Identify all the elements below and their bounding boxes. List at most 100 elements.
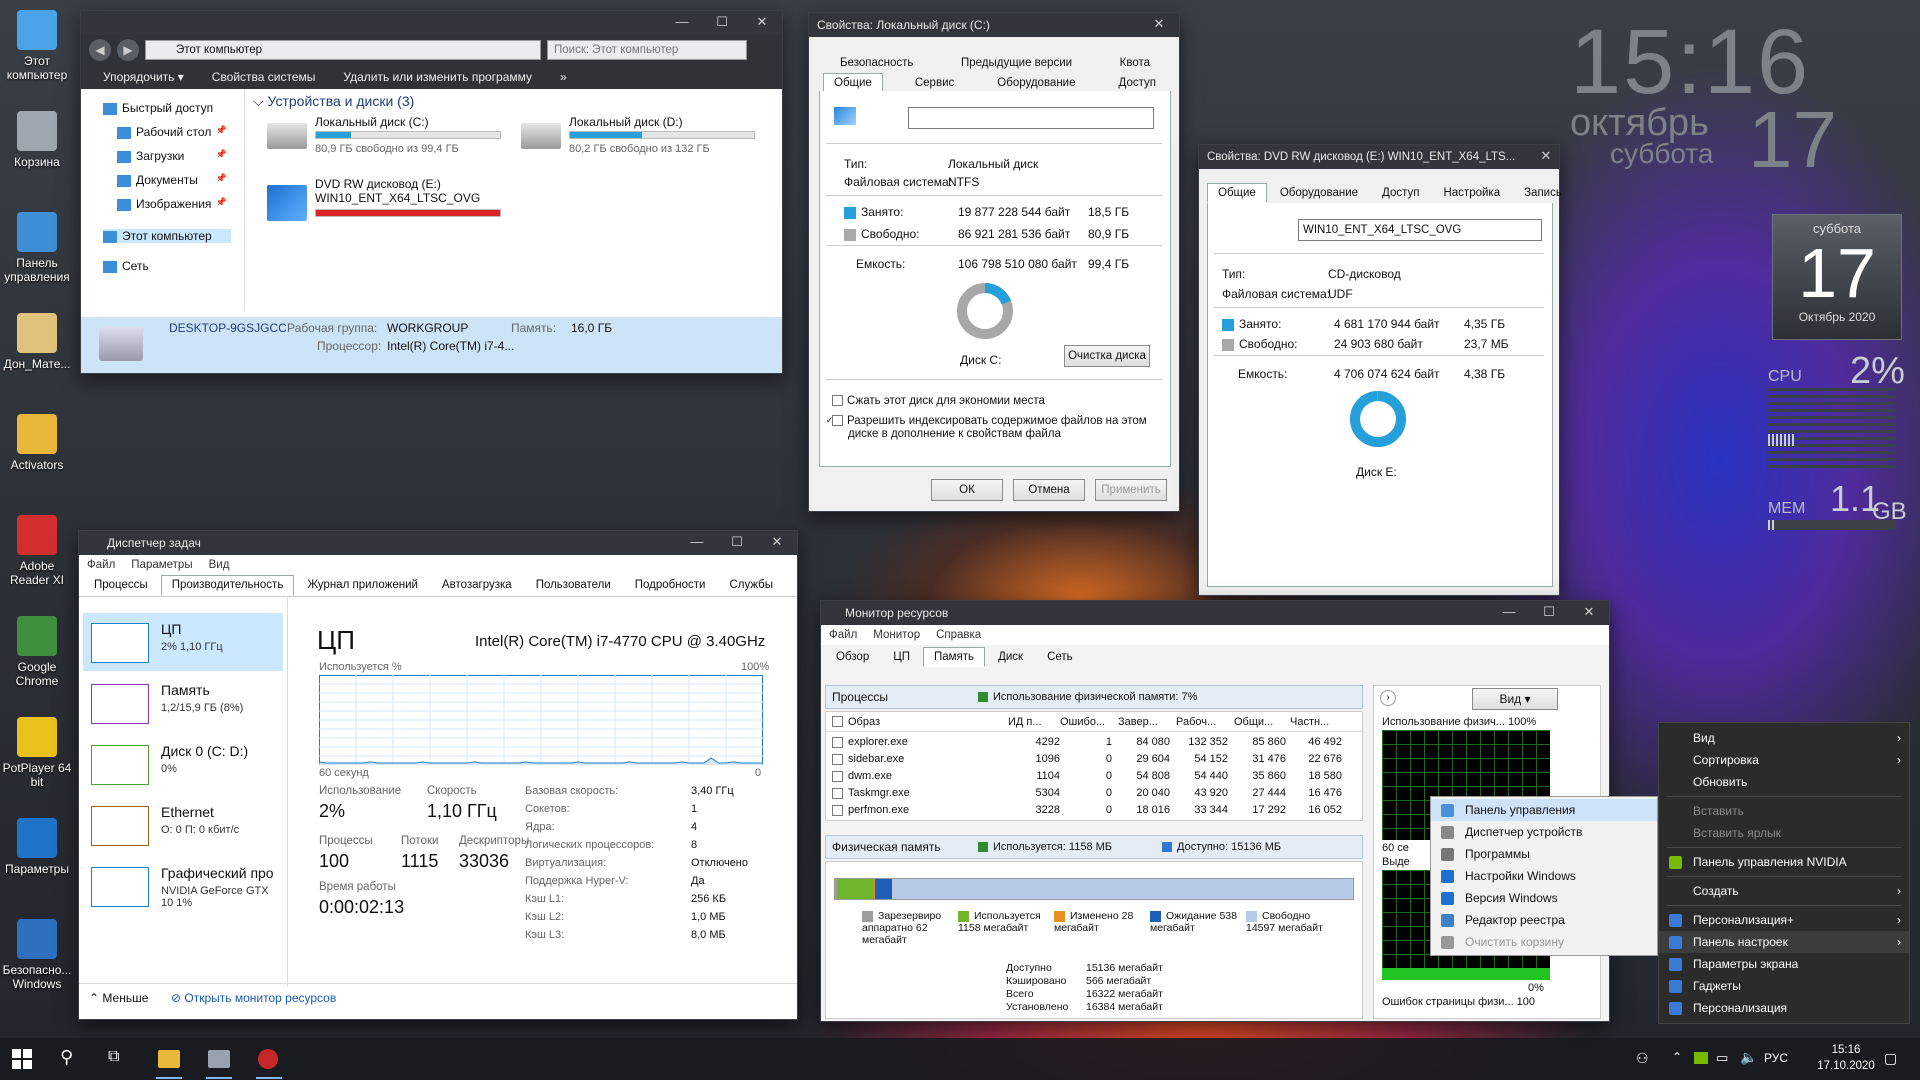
column-header[interactable]: ИД п... — [1008, 716, 1042, 728]
tab[interactable]: Оборудование — [986, 73, 1086, 93]
tab[interactable]: Общие — [823, 73, 883, 93]
drive-tile[interactable]: Локальный диск (C:) 80,9 ГБ свободно из 9… — [267, 115, 507, 171]
tab[interactable]: Производительность — [160, 575, 295, 596]
task-view-icon[interactable]: ⧉ — [108, 1048, 119, 1066]
view-dropdown[interactable]: Вид ▾ — [1472, 688, 1558, 710]
open-resource-monitor-link[interactable]: ⊘ Открыть монитор ресурсов — [171, 991, 336, 1005]
resmon-titlebar[interactable]: Монитор ресурсов — ☐ ✕ — [821, 601, 1609, 625]
tab[interactable]: Подробности — [624, 575, 717, 596]
column-header[interactable]: Ошибо... — [1060, 716, 1105, 728]
perf-side-item[interactable]: Графический про NVIDIA GeForce GTX 10 1% — [83, 857, 283, 915]
nav-item[interactable]: Документы 📌 — [117, 173, 231, 187]
tab[interactable]: Обзор — [825, 647, 880, 667]
submenu-item[interactable]: Очистить корзину — [1431, 931, 1657, 953]
desktop-icon-9[interactable]: Безопасно... Windows — [2, 919, 72, 991]
desktop-icon-1[interactable]: Корзина — [2, 111, 72, 169]
taskbar-clock[interactable]: 15:16 17.10.2020 — [1810, 1042, 1882, 1074]
minimize-button[interactable]: — — [662, 12, 702, 34]
volume-label-input[interactable] — [908, 107, 1154, 129]
desktop-icon-6[interactable]: Google Chrome — [2, 616, 72, 688]
tray-chevron-icon[interactable]: ⌃ — [1672, 1050, 1682, 1064]
nav-item[interactable]: Этот компьютер — [103, 229, 231, 243]
desktop-icon-5[interactable]: Adobe Reader XI — [2, 515, 72, 587]
disk-cleanup-button[interactable]: Очистка диска — [1064, 345, 1150, 367]
submenu-item[interactable]: Настройки Windows — [1431, 865, 1657, 887]
tab[interactable]: Автозагрузка — [431, 575, 523, 596]
maximize-button[interactable]: ☐ — [717, 532, 757, 554]
menu-item[interactable]: Вид — [209, 559, 230, 571]
submenu-item[interactable]: Редактор реестра — [1431, 909, 1657, 931]
table-row[interactable]: Taskmgr.exe 5304 0 20 040 43 920 27 444 16 476 — [826, 785, 1362, 802]
desktop-icon-7[interactable]: PotPlayer 64 bit — [2, 717, 72, 789]
close-button[interactable]: ✕ — [757, 532, 797, 554]
table-row[interactable]: sidebar.exe 1096 0 29 604 54 152 31 476 22 676 — [826, 751, 1362, 768]
perf-side-item[interactable]: Память 1,2/15,9 ГБ (8%) — [83, 674, 283, 732]
desktop-icon-2[interactable]: Панель управления — [2, 212, 72, 284]
menu-item[interactable]: Монитор — [873, 629, 920, 641]
context-menu-item[interactable]: Персонализация — [1659, 997, 1909, 1019]
table-row[interactable]: dwm.exe 1104 0 54 808 54 440 35 860 18 580 — [826, 768, 1362, 785]
table-row[interactable]: explorer.exe 4292 1 84 080 132 352 85 860 46 4… — [826, 734, 1362, 751]
search-icon[interactable]: ⚲ — [60, 1047, 73, 1068]
minimize-button[interactable]: — — [677, 532, 717, 554]
context-menu-item[interactable]: Вид › — [1659, 727, 1909, 749]
tab[interactable]: Запись — [1513, 183, 1573, 203]
column-header[interactable]: Рабоч... — [1176, 716, 1216, 728]
close-button[interactable]: ✕ — [1139, 14, 1179, 36]
close-button[interactable]: ✕ — [1569, 602, 1609, 624]
physical-memory-header[interactable]: Физическая память Используется: 1158 МБ … — [825, 835, 1363, 859]
nav-item[interactable]: Быстрый доступ — [103, 101, 231, 115]
tab[interactable]: Память — [923, 647, 986, 667]
toolbar-item[interactable]: Свойства системы — [212, 70, 316, 84]
select-all-checkbox[interactable] — [832, 716, 843, 727]
close-button[interactable]: ✕ — [1533, 146, 1559, 168]
tab[interactable]: Общие — [1207, 183, 1267, 203]
submenu-item[interactable]: Диспетчер устройств — [1431, 821, 1657, 843]
resource-monitor-taskbar-icon[interactable] — [258, 1049, 278, 1069]
row-checkbox[interactable] — [832, 754, 843, 765]
perf-side-item[interactable]: ЦП 2% 1,10 ГГц — [83, 613, 283, 671]
context-menu-item[interactable]: Обновить — [1659, 771, 1909, 793]
notifications-icon[interactable]: ▢ — [1884, 1050, 1897, 1067]
tab[interactable]: ЦП — [882, 647, 921, 667]
tab[interactable]: Квота — [1109, 53, 1161, 73]
maximize-button[interactable]: ☐ — [702, 12, 742, 34]
toolbar-item[interactable]: » — [560, 70, 567, 84]
calendar-gadget[interactable]: суббота 17 Октябрь 2020 — [1772, 214, 1902, 340]
cancel-button[interactable]: Отмена — [1013, 479, 1085, 501]
tab[interactable]: Службы — [718, 575, 784, 596]
perf-side-item[interactable]: Ethernet О: 0 П: 0 кбит/с — [83, 796, 283, 854]
tab[interactable]: Сервис — [904, 73, 965, 93]
tab[interactable]: Процессы — [83, 575, 159, 596]
start-button[interactable] — [12, 1049, 32, 1069]
network-icon[interactable]: ▭ — [1716, 1050, 1728, 1066]
compress-checkbox[interactable] — [832, 395, 843, 407]
address-field[interactable]: Этот компьютер — [145, 40, 541, 60]
row-checkbox[interactable] — [832, 771, 843, 782]
drive-tile[interactable]: Локальный диск (D:) 80,2 ГБ свободно из 1… — [521, 115, 761, 171]
menu-item[interactable]: Справка — [936, 629, 981, 641]
nav-item[interactable]: Сеть — [103, 259, 231, 273]
tab[interactable]: Журнал приложений — [296, 575, 429, 596]
processes-header[interactable]: Процессы Использование физической памяти… — [825, 685, 1363, 709]
index-checkbox[interactable]: ✓ — [826, 415, 843, 427]
context-menu-item[interactable]: Сортировка › — [1659, 749, 1909, 771]
desktop-icon-3[interactable]: Дон_Мате... — [2, 313, 72, 371]
tab[interactable]: Сеть — [1036, 647, 1084, 667]
perf-side-item[interactable]: Диск 0 (C: D:) 0% — [83, 735, 283, 793]
toolbar-item[interactable]: Упорядочить ▾ — [103, 70, 184, 84]
submenu-item[interactable]: Программы — [1431, 843, 1657, 865]
volume-label-input[interactable]: WIN10_ENT_X64_LTSC_OVG — [1298, 219, 1542, 241]
nav-item[interactable]: Загрузки 📌 — [117, 149, 231, 163]
nav-item[interactable]: Изображения 📌 — [117, 197, 231, 211]
fewer-details-link[interactable]: ⌃ Меньше — [89, 991, 148, 1005]
submenu-item[interactable]: Панель управления — [1431, 799, 1657, 821]
nav-item[interactable]: Рабочий стол 📌 — [117, 125, 231, 139]
maximize-button[interactable]: ☐ — [1529, 602, 1569, 624]
column-header[interactable]: Частн... — [1290, 716, 1329, 728]
nvidia-tray-icon[interactable] — [1694, 1052, 1708, 1064]
desktop-icon-0[interactable]: Этот компьютер — [2, 10, 72, 82]
people-icon[interactable]: ⚇ — [1636, 1050, 1649, 1067]
explorer-titlebar[interactable]: — ☐ ✕ — [81, 11, 782, 35]
search-input[interactable]: Поиск: Этот компьютер — [547, 40, 747, 60]
